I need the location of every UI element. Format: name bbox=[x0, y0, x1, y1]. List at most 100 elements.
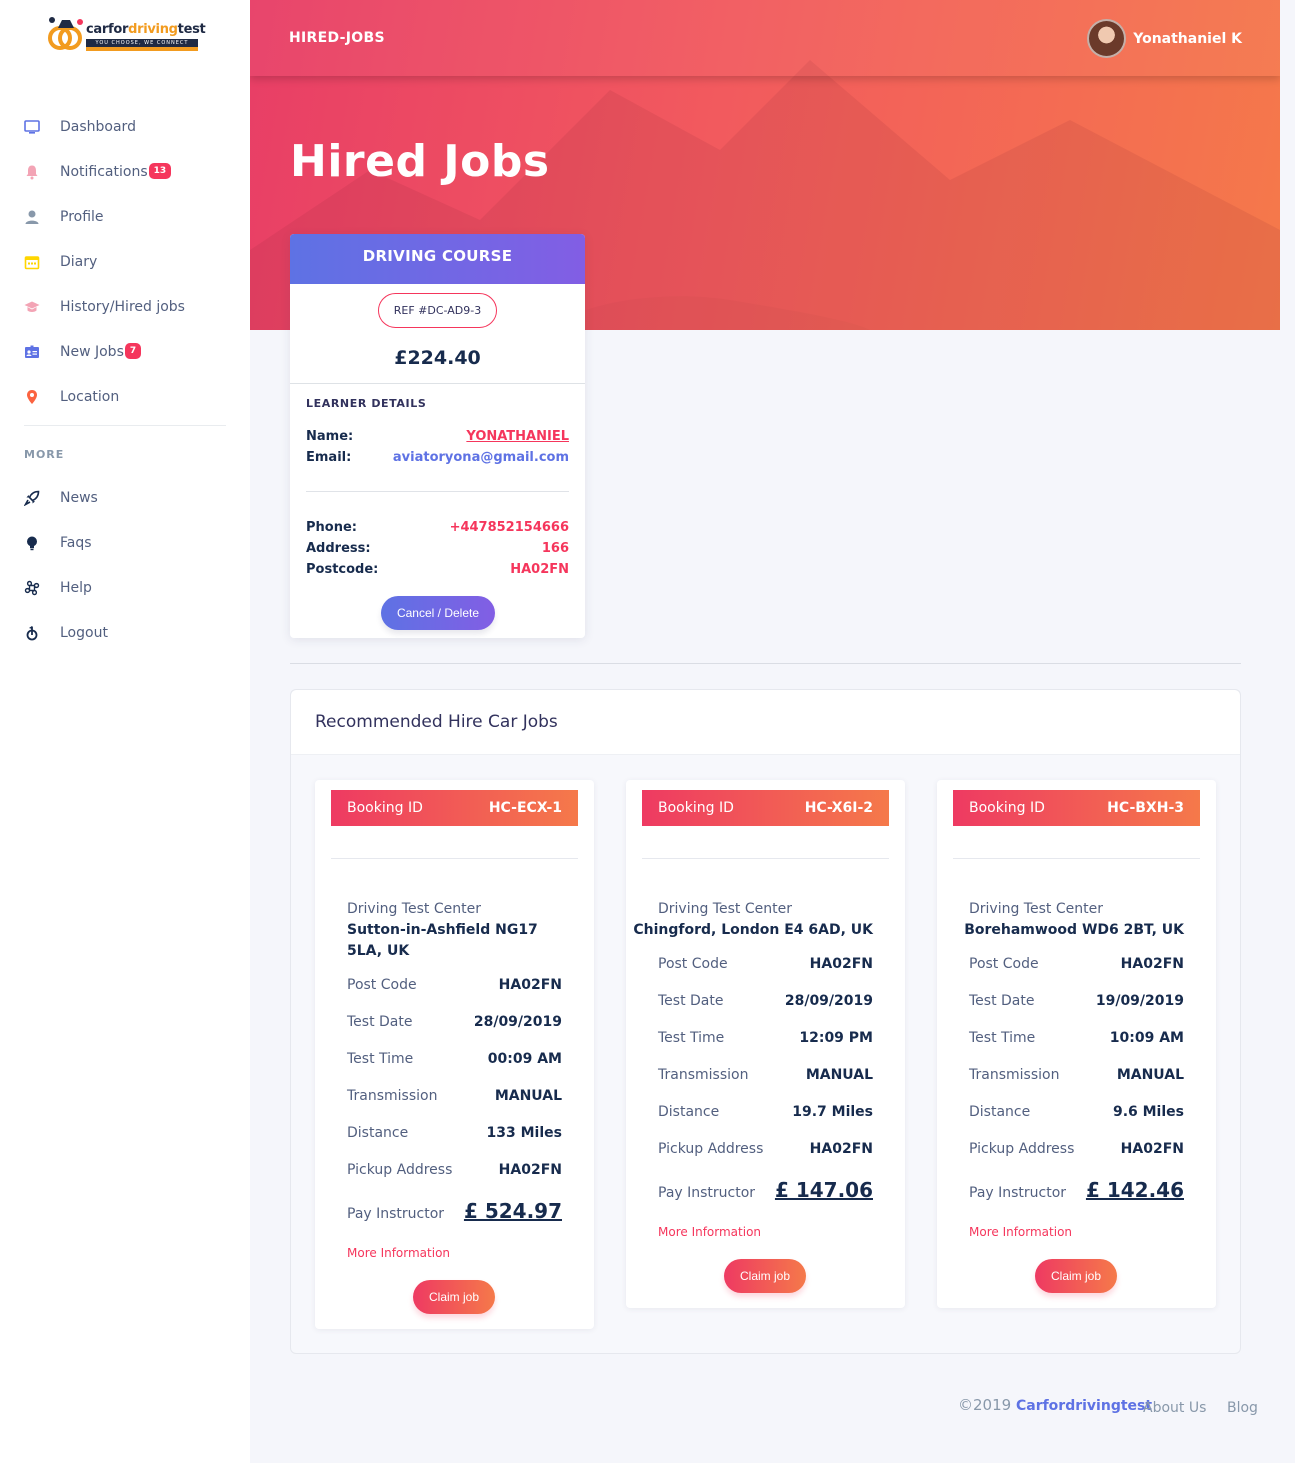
pickup-row: Pickup Address HA02FN bbox=[969, 1141, 1184, 1157]
learner-postcode-row: Postcode: HA02FN bbox=[306, 562, 569, 577]
details-divider bbox=[306, 491, 569, 492]
job-price: £224.40 bbox=[394, 347, 481, 369]
user-name[interactable]: Yonathaniel K bbox=[1133, 31, 1242, 47]
test-center-label: Driving Test Center bbox=[658, 901, 792, 917]
sidebar-item-diary[interactable]: Diary bbox=[0, 239, 250, 284]
claim-job-button[interactable]: Claim job bbox=[413, 1280, 495, 1314]
transmission-row: Transmission MANUAL bbox=[347, 1088, 562, 1104]
new-jobs-badge: 7 bbox=[124, 342, 142, 359]
learner-postcode-value: HA02FN bbox=[510, 562, 569, 577]
learner-name-link[interactable]: YONATHANIEL bbox=[466, 429, 569, 444]
sidebar-nav: Dashboard Notifications 13 Profile Diary … bbox=[0, 104, 250, 655]
pay-row: Pay Instructor £ 147.06 bbox=[658, 1178, 873, 1202]
avatar[interactable] bbox=[1087, 19, 1127, 58]
learner-email-value[interactable]: aviatoryona@gmail.com bbox=[393, 450, 569, 465]
booking-id-bar: Booking ID HC-BXH-3 bbox=[953, 790, 1200, 826]
sidebar-item-notifications[interactable]: Notifications 13 bbox=[0, 149, 250, 194]
claim-job-button[interactable]: Claim job bbox=[1035, 1259, 1117, 1293]
post-code-value: HA02FN bbox=[1120, 956, 1184, 972]
distance-label: Distance bbox=[969, 1104, 1031, 1120]
test-time-value: 12:09 PM bbox=[799, 1030, 873, 1046]
test-date-label: Test Date bbox=[969, 993, 1035, 1009]
test-time-label: Test Time bbox=[347, 1051, 414, 1067]
footer-brand-link[interactable]: Carfordrivingtest bbox=[1016, 1398, 1152, 1414]
logo-wordmark: carfordrivingtest bbox=[86, 22, 206, 37]
monitor-icon bbox=[24, 119, 40, 135]
pay-row: Pay Instructor £ 524.97 bbox=[347, 1199, 562, 1223]
job-card: Booking ID HC-X6I-2 Driving Test Center … bbox=[626, 780, 905, 1308]
sidebar-item-help[interactable]: Help bbox=[0, 565, 250, 610]
more-information-link[interactable]: More Information bbox=[347, 1246, 450, 1260]
footer-copyright: ©2019 Carfordrivingtest bbox=[958, 1396, 1152, 1414]
booking-id-bar: Booking ID HC-X6I-2 bbox=[642, 790, 889, 826]
page-title: Hired Jobs bbox=[290, 136, 550, 187]
sidebar-item-history[interactable]: History/Hired jobs bbox=[0, 284, 250, 329]
test-center-value: Chingford, London E4 6AD, UK bbox=[633, 922, 873, 938]
cancel-delete-button[interactable]: Cancel / Delete bbox=[381, 596, 495, 630]
job-divider bbox=[953, 858, 1200, 859]
more-information-link[interactable]: More Information bbox=[658, 1225, 761, 1239]
test-time-label: Test Time bbox=[658, 1030, 725, 1046]
booking-id-label: Booking ID bbox=[969, 800, 1045, 816]
booking-id-value: HC-ECX-1 bbox=[488, 800, 562, 816]
pickup-value: HA02FN bbox=[1120, 1141, 1184, 1157]
test-date-row: Test Date 19/09/2019 bbox=[969, 993, 1184, 1009]
learner-phone-label: Phone: bbox=[306, 520, 357, 535]
notifications-badge: 13 bbox=[148, 162, 172, 179]
distance-row: Distance 9.6 Miles bbox=[969, 1104, 1184, 1120]
sidebar-item-label: Diary bbox=[60, 253, 98, 270]
test-date-value: 28/09/2019 bbox=[473, 1014, 562, 1030]
post-code-value: HA02FN bbox=[809, 956, 873, 972]
hired-job-card: DRIVING COURSE REF #DC-AD9-3 £224.40 LEA… bbox=[290, 234, 585, 638]
distance-value: 133 Miles bbox=[486, 1125, 562, 1141]
job-card: Booking ID HC-ECX-1 Driving Test Center … bbox=[315, 780, 594, 1329]
distance-row: Distance 133 Miles bbox=[347, 1125, 562, 1141]
sidebar-item-profile[interactable]: Profile bbox=[0, 194, 250, 239]
transmission-label: Transmission bbox=[658, 1067, 749, 1083]
test-time-row: Test Time 12:09 PM bbox=[658, 1030, 873, 1046]
job-divider bbox=[331, 858, 578, 859]
learner-address-label: Address: bbox=[306, 541, 371, 556]
transmission-value: MANUAL bbox=[1116, 1067, 1184, 1083]
more-information-link[interactable]: More Information bbox=[969, 1225, 1072, 1239]
learner-details-title: LEARNER DETAILS bbox=[306, 397, 427, 410]
card-divider bbox=[290, 383, 585, 384]
bell-icon bbox=[24, 164, 40, 180]
test-time-label: Test Time bbox=[969, 1030, 1036, 1046]
sidebar-item-faqs[interactable]: Faqs bbox=[0, 520, 250, 565]
distance-value: 19.7 Miles bbox=[792, 1104, 873, 1120]
user-menu[interactable]: Yonathaniel K bbox=[1087, 19, 1242, 58]
learner-name-label: Name: bbox=[306, 429, 354, 444]
sidebar-item-label: Location bbox=[60, 388, 120, 405]
test-date-row: Test Date 28/09/2019 bbox=[658, 993, 873, 1009]
transmission-label: Transmission bbox=[347, 1088, 438, 1104]
post-code-label: Post Code bbox=[969, 956, 1039, 972]
test-date-value: 19/09/2019 bbox=[1095, 993, 1184, 1009]
footer-about-link[interactable]: About Us bbox=[1143, 1400, 1206, 1416]
post-code-label: Post Code bbox=[347, 977, 417, 993]
command-icon bbox=[24, 580, 40, 596]
claim-job-button[interactable]: Claim job bbox=[724, 1259, 806, 1293]
pay-row: Pay Instructor £ 142.46 bbox=[969, 1178, 1184, 1202]
booking-id-label: Booking ID bbox=[347, 800, 423, 816]
sidebar-item-logout[interactable]: Logout bbox=[0, 610, 250, 655]
sidebar-item-dashboard[interactable]: Dashboard bbox=[0, 104, 250, 149]
sidebar-item-location[interactable]: Location bbox=[0, 374, 250, 419]
sidebar-item-new-jobs[interactable]: New Jobs 7 bbox=[0, 329, 250, 374]
sidebar-more-heading: MORE bbox=[24, 448, 65, 461]
sidebar-item-news[interactable]: News bbox=[0, 475, 250, 520]
learner-name-row: Name: YONATHANIEL bbox=[306, 429, 569, 444]
job-card: Booking ID HC-BXH-3 Driving Test Center … bbox=[937, 780, 1216, 1308]
reference-badge: REF #DC-AD9-3 bbox=[378, 293, 497, 328]
pay-value: £ 524.97 bbox=[463, 1199, 562, 1223]
learner-postcode-label: Postcode: bbox=[306, 562, 379, 577]
distance-row: Distance 19.7 Miles bbox=[658, 1104, 873, 1120]
graduation-cap-icon bbox=[24, 299, 40, 315]
brand-logo[interactable]: carfordrivingtest YOU CHOOSE, WE CONNECT bbox=[48, 14, 206, 58]
pickup-value: HA02FN bbox=[809, 1141, 873, 1157]
logo-tagline: YOU CHOOSE, WE CONNECT bbox=[86, 39, 198, 47]
footer-blog-link[interactable]: Blog bbox=[1227, 1400, 1258, 1416]
pay-label: Pay Instructor bbox=[347, 1206, 445, 1222]
map-pin-icon bbox=[24, 389, 40, 405]
breadcrumb[interactable]: HIRED-JOBS bbox=[289, 30, 385, 46]
